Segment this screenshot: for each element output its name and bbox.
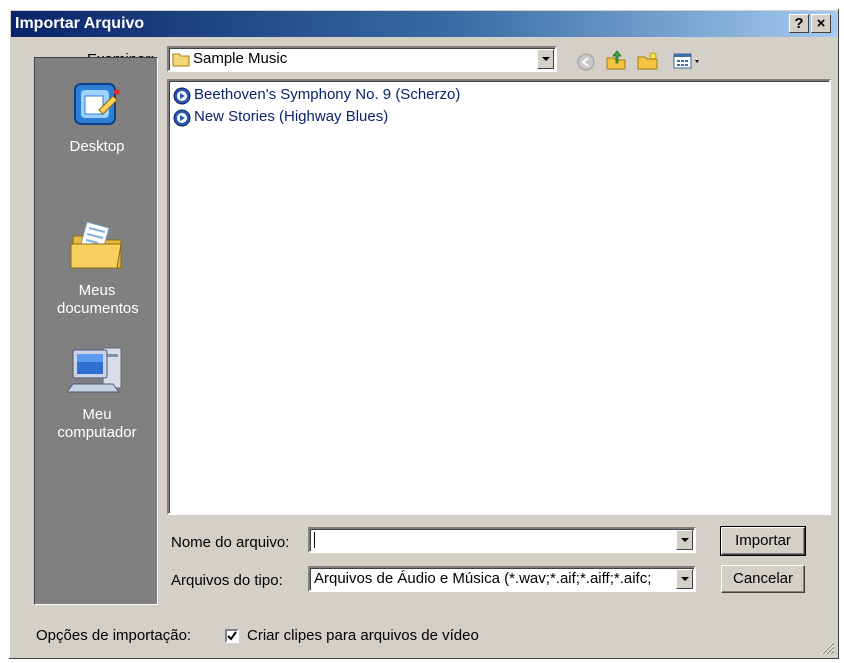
import-button[interactable]: Importar	[720, 526, 806, 556]
my-computer-icon	[67, 347, 122, 393]
title-bar[interactable]: Importar Arquivo ? ×	[11, 11, 837, 37]
view-menu-icon[interactable]	[673, 52, 703, 70]
place-label: Meu computador	[57, 406, 137, 441]
filename-label: Nome do arquivo:	[171, 534, 290, 551]
help-button[interactable]: ?	[789, 14, 809, 33]
look-in-combo[interactable]: Sample Music	[167, 46, 557, 72]
cancel-button[interactable]: Cancelar	[721, 565, 805, 593]
folder-icon	[172, 53, 190, 67]
window-title: Importar Arquivo	[15, 15, 145, 32]
close-icon: ×	[816, 15, 826, 32]
resize-grip-icon[interactable]	[821, 641, 835, 655]
close-button[interactable]: ×	[811, 14, 831, 33]
file-name: New Stories (Highway Blues)	[194, 108, 389, 125]
up-folder-icon[interactable]	[605, 49, 627, 71]
audio-file-icon	[173, 109, 191, 127]
place-label: Meus documentos	[57, 282, 139, 317]
filetype-value: Arquivos de Áudio e Música (*.wav;*.aif;…	[314, 570, 652, 587]
text-cursor	[314, 532, 315, 548]
file-list[interactable]: Beethoven's Symphony No. 9 (Scherzo) New…	[167, 79, 831, 515]
back-icon[interactable]	[577, 53, 595, 71]
my-documents-icon	[70, 221, 122, 269]
place-my-computer[interactable]: Meu computador	[35, 340, 159, 442]
place-label: Desktop	[69, 138, 125, 155]
filetype-label: Arquivos do tipo:	[171, 572, 283, 589]
create-clips-checkbox[interactable]	[225, 629, 239, 643]
place-my-documents[interactable]: Meus documentos	[35, 216, 159, 318]
chevron-down-icon[interactable]	[537, 49, 554, 69]
filetype-select[interactable]: Arquivos de Áudio e Música (*.wav;*.aif;…	[308, 566, 696, 592]
look-in-value: Sample Music	[193, 50, 288, 67]
chevron-down-icon[interactable]	[676, 530, 693, 550]
new-folder-icon[interactable]	[637, 51, 659, 71]
desktop-icon	[74, 83, 120, 125]
check-icon	[227, 631, 237, 641]
create-clips-label[interactable]: Criar clipes para arquivos de vídeo	[247, 627, 479, 644]
import-options-label: Opções de importação:	[36, 627, 192, 644]
import-file-dialog: Importar Arquivo ? × Examinar: Sample Mu…	[8, 8, 840, 660]
audio-file-icon	[173, 87, 191, 105]
place-desktop[interactable]: Desktop	[35, 76, 159, 156]
chevron-down-icon[interactable]	[676, 569, 693, 589]
file-name: Beethoven's Symphony No. 9 (Scherzo)	[194, 86, 461, 103]
filename-input[interactable]	[308, 527, 696, 553]
places-bar: Desktop Meus documentos Meu computador	[34, 57, 158, 605]
